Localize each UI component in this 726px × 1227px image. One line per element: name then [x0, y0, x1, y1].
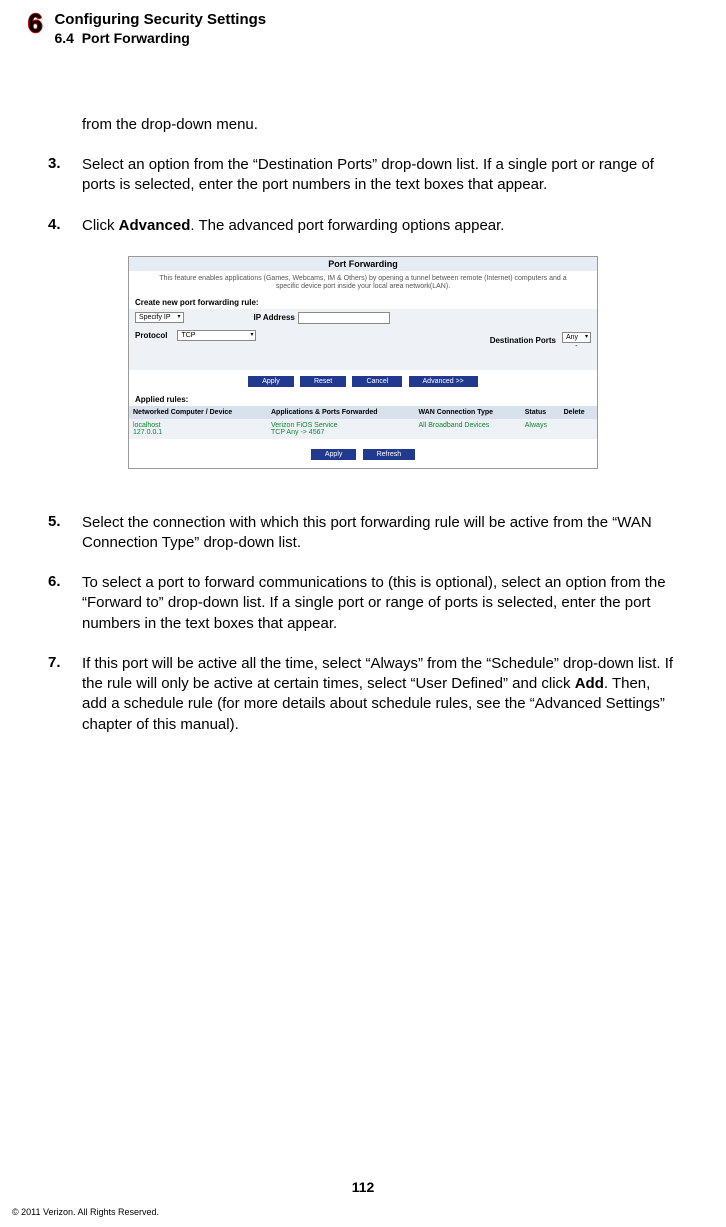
applied-rules-table: Networked Computer / Device Applications… — [129, 406, 597, 439]
bold-term: Advanced — [119, 217, 191, 234]
table-row: localhost 127.0.0.1 Verizon FiOS Service… — [129, 419, 597, 439]
device-name-link[interactable]: localhost — [133, 422, 161, 429]
destination-ports-dash: - — [562, 343, 591, 350]
col-apps: Applications & Ports Forwarded — [267, 406, 415, 419]
step-3: 3. Select an option from the “Destinatio… — [48, 155, 678, 196]
step-number: 6. — [48, 573, 82, 634]
col-wan: WAN Connection Type — [415, 406, 521, 419]
section-title: 6.4 Port Forwarding — [54, 30, 266, 46]
page-header: 6 Configuring Security Settings 6.4 Port… — [0, 0, 726, 46]
step-text: Select an option from the “Destination P… — [82, 155, 678, 196]
screenshot-title: Port Forwarding — [129, 257, 597, 271]
refresh-button[interactable]: Refresh — [363, 449, 416, 460]
step-7: 7. If this port will be active all the t… — [48, 654, 678, 735]
step-number: 3. — [48, 155, 82, 196]
step-number: 7. — [48, 654, 82, 735]
protocol-label: Protocol — [135, 331, 167, 340]
specify-ip-dropdown[interactable]: Specify IP — [135, 312, 184, 323]
destination-ports-label: Destination Ports — [490, 336, 556, 345]
col-delete: Delete — [560, 406, 597, 419]
section-name: Port Forwarding — [82, 30, 190, 46]
protocol-dropdown[interactable]: TCP — [177, 330, 256, 341]
create-rule-label: Create new port forwarding rule: — [129, 296, 597, 309]
apps-line2: TCP Any -> 4567 — [271, 429, 324, 436]
bottom-buttons-row: Apply Refresh — [129, 439, 597, 468]
cell-status: Always — [521, 419, 560, 439]
ip-address-input[interactable] — [298, 312, 390, 324]
step-4: 4. Click Advanced. The advanced port for… — [48, 216, 678, 236]
continuation-text: from the drop-down menu. — [82, 116, 678, 133]
applied-rules-label: Applied rules: — [129, 393, 597, 406]
step-text: Select the connection with which this po… — [82, 513, 678, 554]
col-device: Networked Computer / Device — [129, 406, 267, 419]
apps-line1: Verizon FiOS Service — [271, 422, 338, 429]
chapter-number: 6 — [28, 10, 42, 36]
section-number: 6.4 — [54, 30, 73, 46]
table-header-row: Networked Computer / Device Applications… — [129, 406, 597, 419]
step-number: 4. — [48, 216, 82, 236]
cell-device: localhost 127.0.0.1 — [129, 419, 267, 439]
screenshot-description: This feature enables applications (Games… — [129, 271, 597, 296]
apply-button-bottom[interactable]: Apply — [311, 449, 357, 460]
protocol-row: Protocol TCP Destination Ports Any - — [129, 327, 597, 370]
step-6: 6. To select a port to forward communica… — [48, 573, 678, 634]
form-buttons-row: Apply Reset Cancel Advanced >> — [129, 370, 597, 393]
bold-term: Add — [575, 675, 604, 692]
step-text: Click Advanced. The advanced port forwar… — [82, 216, 678, 236]
page-number: 112 — [0, 1179, 726, 1195]
step-text: To select a port to forward communicatio… — [82, 573, 678, 634]
device-ip: 127.0.0.1 — [133, 429, 162, 436]
step-text: If this port will be active all the time… — [82, 654, 678, 735]
advanced-button[interactable]: Advanced >> — [409, 376, 478, 387]
port-forwarding-screenshot: Port Forwarding This feature enables app… — [128, 256, 598, 469]
specify-ip-row: Specify IP IP Address — [129, 309, 597, 327]
cell-delete[interactable] — [560, 419, 597, 439]
page-content: from the drop-down menu. 3. Select an op… — [0, 46, 726, 735]
ip-address-label: IP Address — [254, 313, 295, 322]
header-titles: Configuring Security Settings 6.4 Port F… — [54, 11, 266, 46]
cell-wan: All Broadband Devices — [415, 419, 521, 439]
apply-button[interactable]: Apply — [248, 376, 294, 387]
destination-ports-dropdown[interactable]: Any — [562, 332, 591, 343]
step-5: 5. Select the connection with which this… — [48, 513, 678, 554]
reset-button[interactable]: Reset — [300, 376, 346, 387]
step-number: 5. — [48, 513, 82, 554]
cancel-button[interactable]: Cancel — [352, 376, 402, 387]
cell-apps: Verizon FiOS Service TCP Any -> 4567 — [267, 419, 415, 439]
screenshot-figure: Port Forwarding This feature enables app… — [48, 256, 678, 469]
chapter-title: Configuring Security Settings — [54, 11, 266, 28]
copyright-notice: © 2011 Verizon. All Rights Reserved. — [12, 1207, 159, 1217]
col-status: Status — [521, 406, 560, 419]
